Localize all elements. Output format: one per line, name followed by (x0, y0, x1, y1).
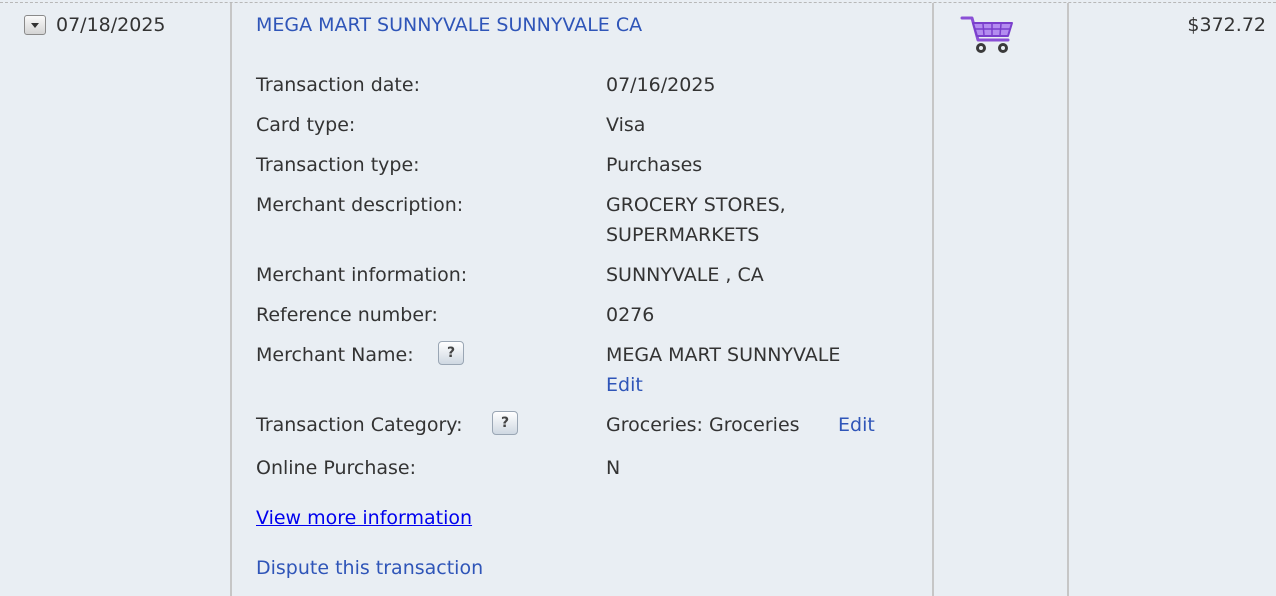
merchant-name-value: MEGA MART SUNNYVALE (606, 344, 841, 366)
edit-category-link[interactable]: Edit (838, 410, 875, 440)
merchant-information-value: SUNNYVALE , CA (606, 264, 764, 286)
merchant-name-value-block: MEGA MART SUNNYVALE Edit (606, 340, 840, 400)
transaction-date-label: Transaction date: (256, 74, 420, 96)
merchant-description-line: SUPERMARKETS (606, 224, 760, 246)
transaction-type-label: Transaction type: (256, 154, 420, 176)
reference-number-value: 0276 (606, 304, 655, 326)
merchant-title-link[interactable]: MEGA MART SUNNYVALE SUNNYVALE CA (256, 14, 642, 36)
collapse-row-button[interactable] (24, 15, 46, 35)
column-divider (230, 3, 232, 596)
online-purchase-value: N (606, 457, 621, 479)
transaction-category-value: Groceries: Groceries (606, 414, 800, 436)
row-top-border (0, 2, 1276, 3)
help-icon[interactable]: ? (438, 341, 464, 365)
reference-number-label: Reference number: (256, 304, 438, 326)
merchant-information-label: Merchant information: (256, 264, 468, 286)
edit-merchant-name-link[interactable]: Edit (606, 370, 840, 400)
merchant-description-line: GROCERY STORES, (606, 194, 786, 216)
merchant-name-label: Merchant Name: (256, 344, 414, 366)
column-divider (932, 3, 934, 596)
transaction-type-value: Purchases (606, 154, 703, 176)
post-date: 07/18/2025 (56, 14, 166, 36)
card-type-label: Card type: (256, 114, 356, 136)
transaction-amount: $372.72 (1187, 14, 1266, 36)
merchant-description-value: GROCERY STORES, SUPERMARKETS (606, 190, 786, 250)
transaction-date-value: 07/16/2025 (606, 74, 716, 96)
merchant-description-label: Merchant description: (256, 194, 464, 216)
card-type-value: Visa (606, 114, 646, 136)
help-icon[interactable]: ? (492, 411, 518, 435)
shopping-cart-icon (960, 16, 1013, 53)
dispute-transaction-link[interactable]: Dispute this transaction (256, 557, 483, 579)
view-more-information-link[interactable]: View more information (256, 507, 472, 529)
transaction-category-label: Transaction Category: (256, 414, 463, 436)
online-purchase-label: Online Purchase: (256, 457, 417, 479)
column-divider (1067, 3, 1069, 596)
